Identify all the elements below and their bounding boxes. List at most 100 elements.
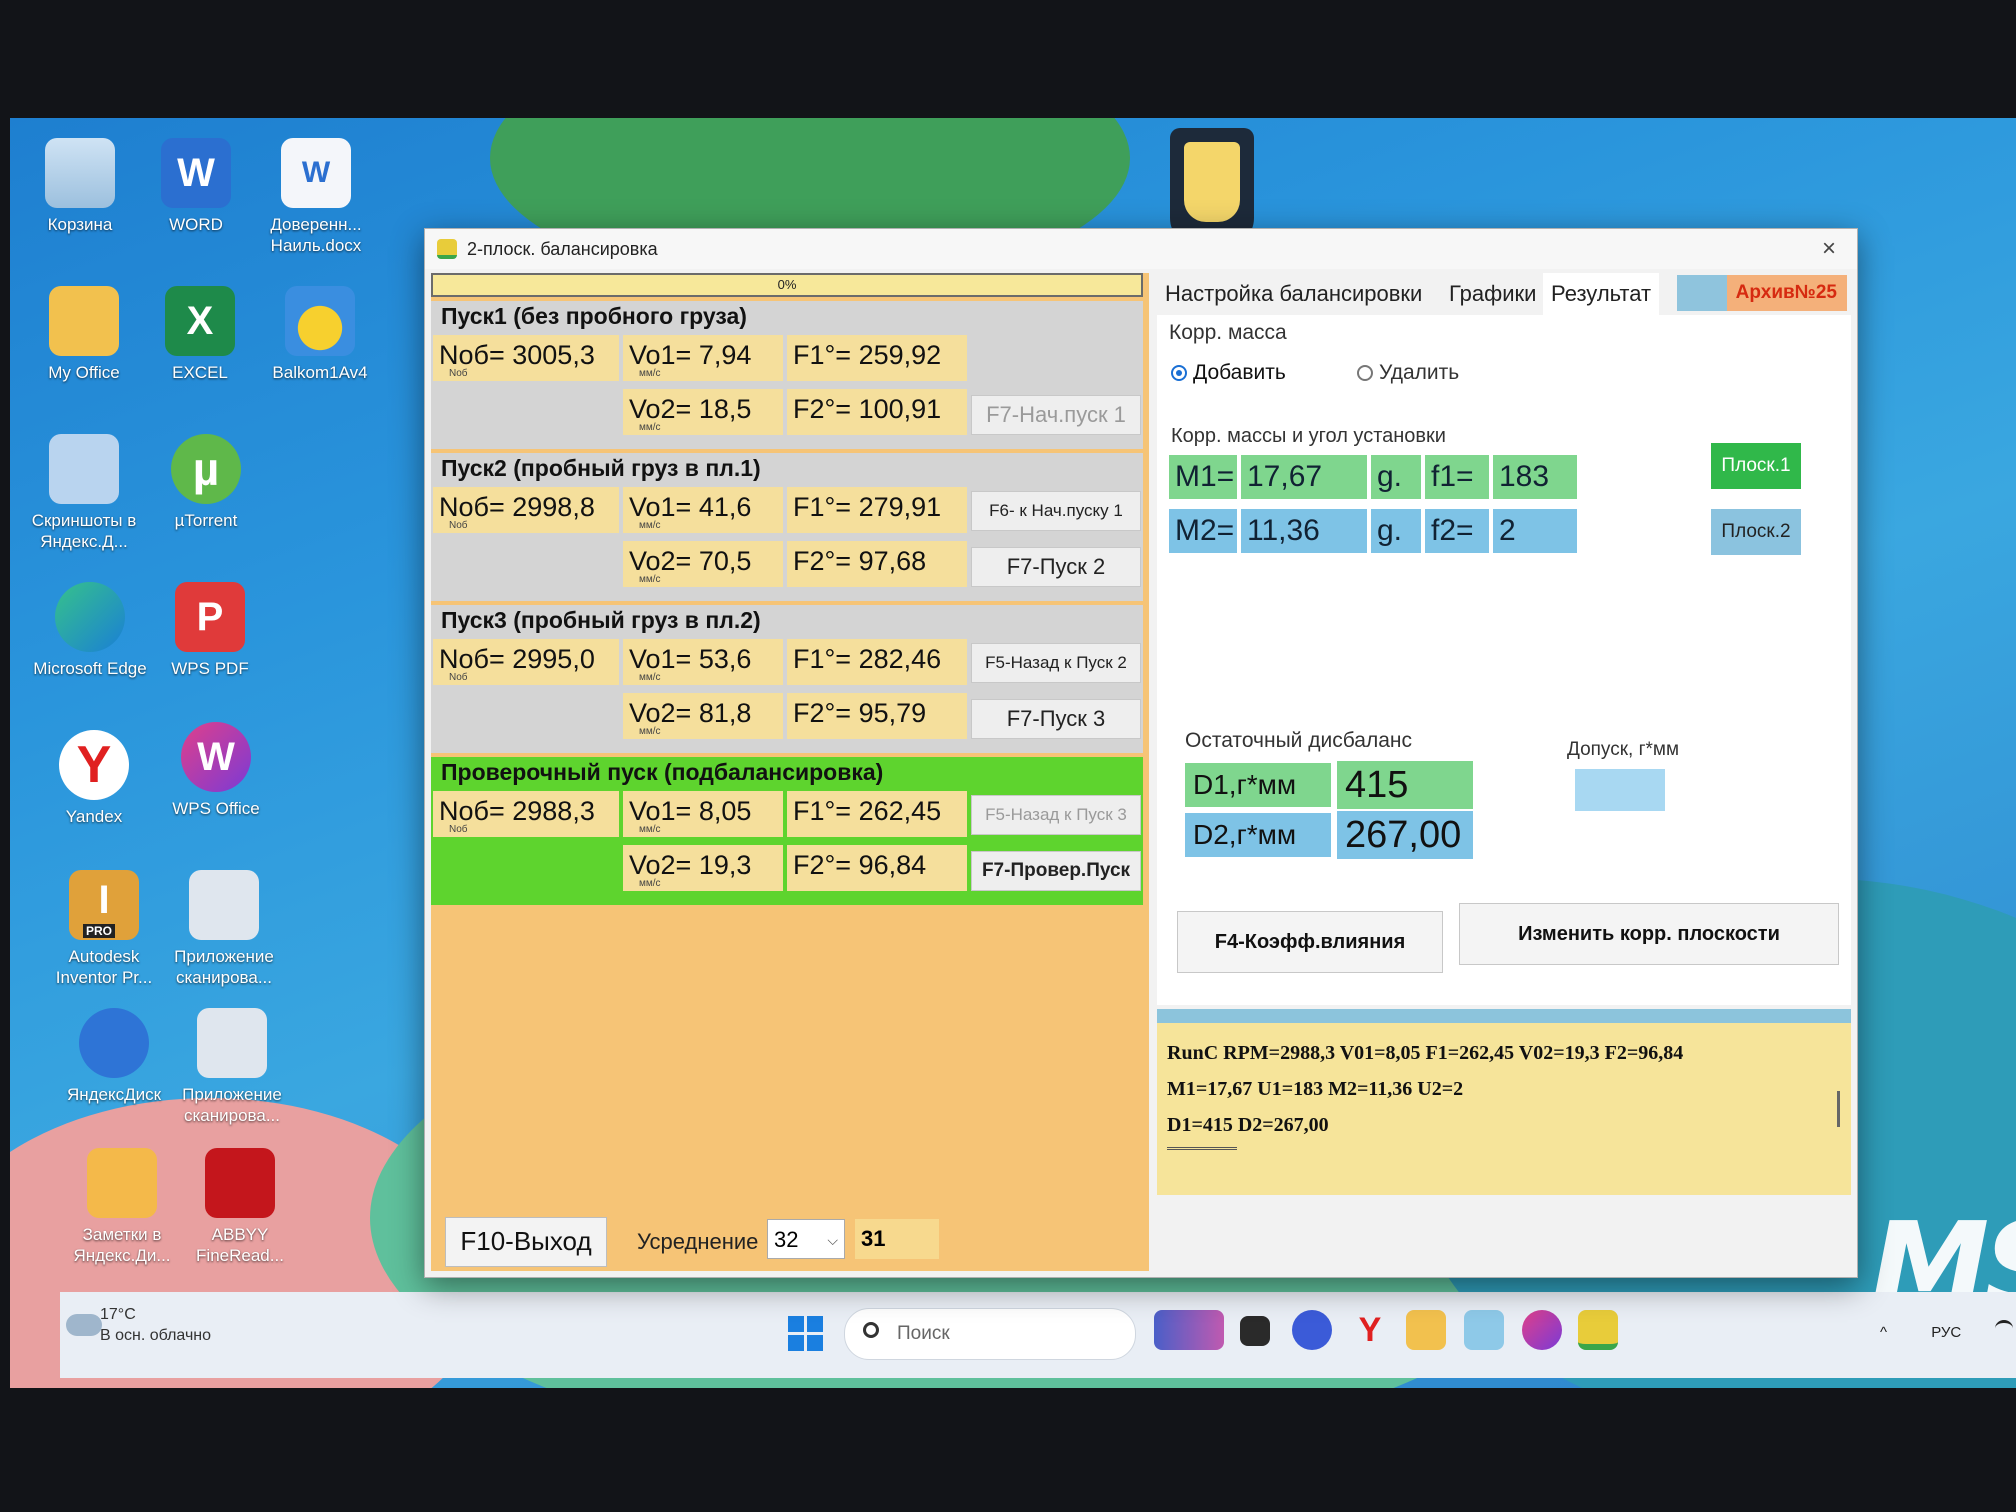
balancing-app-taskbar-icon[interactable]: [1578, 1310, 1618, 1350]
scrollbar-thumb[interactable]: [1837, 1091, 1840, 1127]
log-line: D1=415 D2=267,00: [1167, 1114, 1329, 1136]
runs-panel: 0% Пуск1 (без пробного груза) Nоб= 3005,…: [431, 273, 1149, 1271]
task-view-icon[interactable]: [1240, 1316, 1270, 1346]
influence-coefficients-button[interactable]: F4-Коэфф.влияния: [1177, 911, 1443, 973]
averaging-select[interactable]: 32 ⌵: [767, 1219, 845, 1259]
nob-value: Nоб= 3005,3 Nоб: [433, 335, 619, 381]
back-to-run-3-button[interactable]: F5-Назад к Пуск 3: [971, 795, 1141, 835]
tab-balancing-settings[interactable]: Настройка балансировки: [1157, 273, 1430, 315]
f1-value: F1°= 279,91: [787, 487, 967, 533]
desktop-icon-abbyy[interactable]: ABBYY FineRead...: [180, 1148, 300, 1266]
desktop-icon-scanner-1[interactable]: Приложение сканирова...: [164, 870, 284, 988]
balkom-icon: [285, 286, 355, 356]
desktop-icon-edge[interactable]: Microsoft Edge: [30, 582, 150, 679]
tab-charts[interactable]: Графики: [1441, 273, 1544, 315]
log-header-bar: [1157, 1009, 1851, 1023]
vo2-value: Vo2= 18,5 мм/с: [623, 389, 783, 435]
start-button[interactable]: [788, 1316, 824, 1352]
weather-widget[interactable]: 17°C В осн. облачно: [66, 1304, 211, 1346]
yandex-taskbar-icon[interactable]: Y: [1350, 1310, 1390, 1350]
desktop-icon-wps-office[interactable]: W WPS Office: [156, 722, 276, 819]
correction-mass-label: Корр. масса: [1169, 321, 1287, 344]
title-bar[interactable]: 2-плоск. балансировка ×: [425, 229, 1857, 269]
plane-1-button[interactable]: Плоск.1: [1711, 443, 1801, 489]
desktop-icon-label: Приложение сканирова...: [182, 1085, 282, 1125]
edge-icon: [55, 582, 125, 652]
start-run-1-button[interactable]: F7-Нач.пуск 1: [971, 395, 1141, 435]
word-icon: W: [161, 138, 231, 208]
desktop-icon-label: Приложение сканирова...: [174, 947, 274, 987]
f2-value: F2°= 95,79: [787, 693, 967, 739]
tab-archive[interactable]: Архив№25: [1677, 275, 1847, 311]
desktop-icon-my-office[interactable]: My Office: [24, 286, 144, 383]
check-run-block: Проверочный пуск (подбалансировка) Nоб= …: [431, 757, 1143, 905]
tolerance-input[interactable]: [1575, 769, 1665, 811]
tab-result[interactable]: Результат: [1543, 273, 1660, 315]
add-radio[interactable]: Добавить: [1171, 361, 1286, 385]
language-indicator[interactable]: РУС: [1931, 1324, 1961, 1341]
desktop-icon-wps-pdf[interactable]: P WPS PDF: [150, 582, 270, 679]
tray-chevron-icon[interactable]: ^: [1880, 1324, 1887, 1341]
desktop-icon-label: ABBYY FineRead...: [196, 1225, 284, 1265]
run-3-button[interactable]: F7-Пуск 3: [971, 699, 1141, 739]
d1-value: 415: [1337, 761, 1473, 809]
file-explorer-icon[interactable]: [1406, 1310, 1446, 1350]
balancing-window: 2-плоск. балансировка × 0% Пуск1 (без пр…: [424, 228, 1858, 1278]
nob-value: Nоб= 2998,8 Nоб: [433, 487, 619, 533]
m1-unit: g.: [1371, 455, 1421, 499]
desktop-icon-yandex[interactable]: Y Yandex: [34, 730, 154, 827]
excel-icon: X: [165, 286, 235, 356]
desktop-icon-screenshots[interactable]: Скриншоты в Яндекс.Д...: [24, 434, 144, 552]
f1-value: F1°= 282,46: [787, 639, 967, 685]
close-button[interactable]: ×: [1811, 233, 1847, 265]
averaging-label: Усреднение: [637, 1229, 759, 1254]
remove-radio[interactable]: Удалить: [1357, 361, 1459, 385]
desktop-icon-scanner-2[interactable]: Приложение сканирова...: [172, 1008, 292, 1126]
run-2-button[interactable]: F7-Пуск 2: [971, 547, 1141, 587]
widgets-icon[interactable]: [1154, 1310, 1224, 1350]
desktop-icon-label: WORD: [169, 215, 223, 234]
desktop-icon-label: Корзина: [47, 215, 113, 234]
archive-tab-label: Архив№25: [1735, 282, 1837, 303]
docx-file-icon: W: [281, 138, 351, 208]
desktop-icon-utorrent[interactable]: µ µTorrent: [146, 434, 266, 531]
app-taskbar-icon[interactable]: [1464, 1310, 1504, 1350]
d2-label: D2,г*мм: [1185, 813, 1331, 857]
desktop-icon-label: Autodesk Inventor Pr...: [55, 947, 153, 987]
back-to-run-1-button[interactable]: F6- к Нач.пуску 1: [971, 491, 1141, 531]
wps-taskbar-icon[interactable]: [1522, 1310, 1562, 1350]
desktop-icon-docx[interactable]: W Доверенн... Наиль.docx: [256, 138, 376, 256]
desktop-icon-inventor[interactable]: I PRO Autodesk Inventor Pr...: [44, 870, 164, 988]
desktop-icon-balkom[interactable]: Balkom1Av4: [260, 286, 380, 383]
desktop-icon-label: Microsoft Edge: [33, 659, 147, 678]
run-block-3: Пуск3 (пробный груз в пл.2) Nоб= 2995,0 N…: [431, 605, 1143, 753]
check-run-button[interactable]: F7-Провер.Пуск: [971, 851, 1141, 891]
wifi-icon[interactable]: [1995, 1320, 2014, 1337]
notes-icon: [87, 1148, 157, 1218]
vo1-value: Vo1= 41,6 мм/с: [623, 487, 783, 533]
exit-button[interactable]: F10-Выход: [445, 1217, 607, 1267]
back-to-run-2-button[interactable]: F5-Назад к Пуск 2: [971, 643, 1141, 683]
change-correction-planes-button[interactable]: Изменить корр. плоскости: [1459, 903, 1839, 965]
log-scrollbar[interactable]: [1827, 1023, 1851, 1195]
chevron-down-icon: ⌵: [827, 1232, 838, 1248]
desktop-icon-recycle-bin[interactable]: Корзина: [20, 138, 140, 235]
inventor-icon-letter: I: [98, 878, 110, 922]
desktop-icon-yandex-disk[interactable]: ЯндексДиск: [54, 1008, 174, 1105]
chat-icon[interactable]: [1292, 1310, 1332, 1350]
wps-office-icon: W: [181, 722, 251, 792]
system-tray: ^ РУС: [1880, 1320, 2014, 1341]
radio-empty-icon: [1357, 365, 1373, 381]
desktop-icon-label: Balkom1Av4: [272, 363, 368, 382]
taskbar-search[interactable]: Поиск: [844, 1308, 1136, 1360]
desktop-icon-label: Скриншоты в Яндекс.Д...: [31, 511, 137, 551]
f1-value: F1°= 262,45: [787, 791, 967, 837]
desktop-icon-notes[interactable]: Заметки в Яндекс.Ди...: [62, 1148, 182, 1266]
tab-bar: Настройка балансировки Графики Результат…: [1157, 273, 1851, 315]
desktop-icon-excel[interactable]: X EXCEL: [140, 286, 260, 383]
desktop-icon-word[interactable]: W WORD: [136, 138, 256, 235]
tolerance-label: Допуск, г*мм: [1567, 739, 1680, 760]
run-title: Пуск2 (пробный груз в пл.1): [441, 455, 761, 481]
d1-label: D1,г*мм: [1185, 763, 1331, 807]
plane-2-button[interactable]: Плоск.2: [1711, 509, 1801, 555]
